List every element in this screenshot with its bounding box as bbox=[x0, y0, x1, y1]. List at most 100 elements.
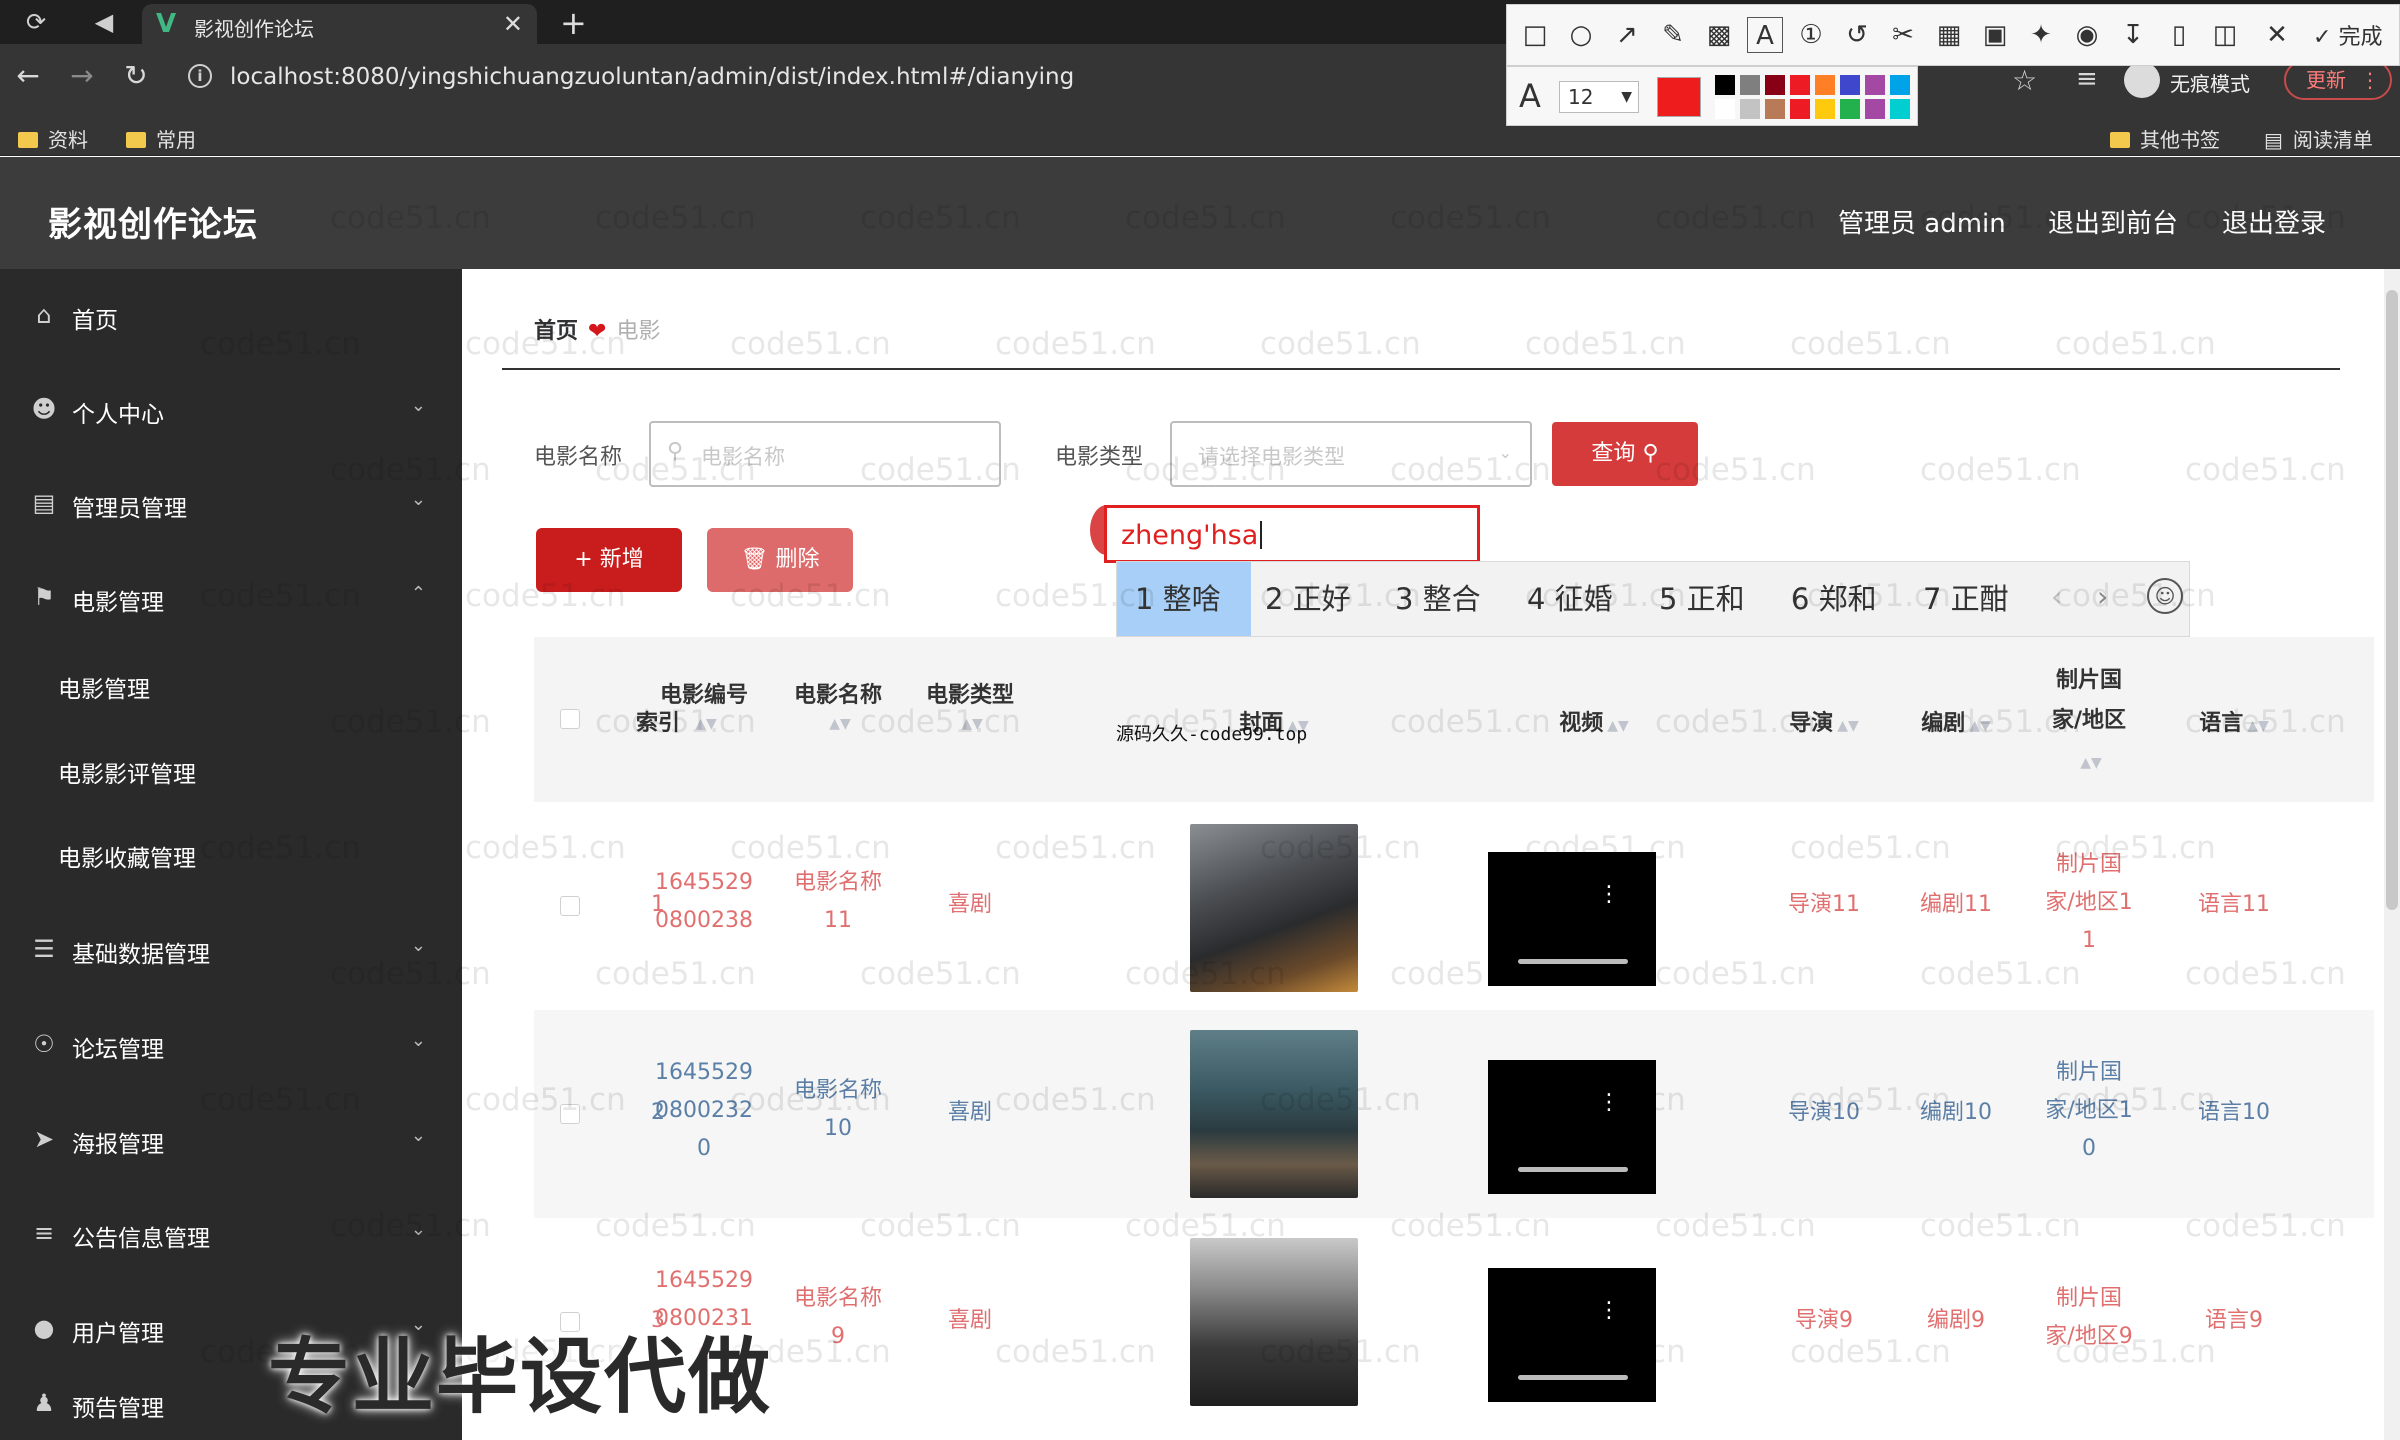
url-field[interactable]: i localhost:8080/yingshichuangzuoluntan/… bbox=[176, 54, 1676, 98]
ime-candidate[interactable]: 7 正酣 bbox=[1923, 562, 2009, 636]
video-progress-bar[interactable] bbox=[1518, 1167, 1628, 1172]
color-swatch[interactable] bbox=[1790, 75, 1810, 95]
sidebar-item-basic-data[interactable]: ☰ 基础数据管理 ⌄ bbox=[0, 919, 462, 979]
header-director[interactable]: 导演 ▲▼ bbox=[1774, 705, 1874, 737]
sidebar-subitem-movie-favorites[interactable]: 电影收藏管理 bbox=[0, 825, 462, 881]
table-row[interactable]: 3 1645529 0800231 0 电影名称 9 喜剧 ⋮ 导演9 编剧9 制片国… bbox=[534, 1218, 2374, 1426]
ime-candidate[interactable]: 1 整啥 bbox=[1117, 562, 1251, 636]
sidebar-item-announcement[interactable]: ≡ 公告信息管理 ⌄ bbox=[0, 1203, 462, 1263]
color-swatch[interactable] bbox=[1765, 99, 1785, 119]
sidebar-item-forum[interactable]: ☉ 论坛管理 ⌄ bbox=[0, 1014, 462, 1074]
header-code[interactable]: 电影编号 ▲▼ bbox=[644, 677, 764, 734]
color-swatch[interactable] bbox=[1890, 75, 1910, 95]
more-options-icon[interactable]: ⋮ bbox=[1598, 884, 1620, 906]
breadcrumb-home[interactable]: 首页 bbox=[534, 319, 578, 344]
record-icon[interactable]: ◉ bbox=[2069, 17, 2105, 53]
close-icon[interactable]: ✕ bbox=[2259, 17, 2295, 53]
header-name[interactable]: 电影名称 ▲▼ bbox=[778, 677, 898, 734]
crop-icon[interactable]: ✂ bbox=[1885, 17, 1921, 53]
text-tool-icon[interactable]: A bbox=[1747, 17, 1783, 53]
mosaic-tool-icon[interactable]: ▩ bbox=[1701, 17, 1737, 53]
color-swatch[interactable] bbox=[1740, 99, 1760, 119]
bookmark-folder[interactable]: 资料 bbox=[18, 124, 88, 152]
browser-tab[interactable]: V 影视创作论坛 ✕ bbox=[142, 4, 537, 44]
back-icon[interactable]: ← bbox=[10, 58, 46, 94]
header-type[interactable]: 电影类型 ▲▼ bbox=[910, 677, 1030, 734]
table-row[interactable]: 2 1645529 0800232 0 电影名称 10 喜剧 ⋮ 导演10 编剧10 … bbox=[534, 1010, 2374, 1218]
color-swatch[interactable] bbox=[1865, 75, 1885, 95]
browser-logo-icon[interactable]: ⟳ bbox=[20, 6, 52, 38]
ime-candidate[interactable]: 2 正好 bbox=[1265, 562, 1351, 636]
header-country[interactable]: 制片国 家/地区 ▲▼ bbox=[2024, 661, 2154, 783]
cover-image[interactable] bbox=[1190, 1030, 1358, 1198]
ellipse-tool-icon[interactable]: ○ bbox=[1563, 17, 1599, 53]
sidebar-subitem-movie-management[interactable]: 电影管理 bbox=[0, 656, 462, 712]
color-swatch[interactable] bbox=[1715, 99, 1735, 119]
query-button[interactable]: 查询 ⚲ bbox=[1552, 422, 1698, 486]
table-row[interactable]: 1 1645529 0800238 电影名称 11 喜剧 ⋮ 导演11 编剧11 制… bbox=[534, 802, 2374, 1010]
ime-candidate[interactable]: 4 征婚 bbox=[1527, 562, 1613, 636]
chevron-right-icon[interactable]: › bbox=[2097, 580, 2108, 613]
reading-mode-icon[interactable]: ≡ bbox=[2076, 64, 2098, 94]
reload-icon[interactable]: ↻ bbox=[118, 58, 154, 94]
pen-tool-icon[interactable]: ✎ bbox=[1655, 17, 1691, 53]
emoji-icon[interactable]: ☺ bbox=[2147, 578, 2183, 614]
chevron-left-icon[interactable]: ‹ bbox=[2051, 580, 2062, 613]
new-tab-icon[interactable]: + bbox=[560, 4, 587, 42]
header-writer[interactable]: 编剧 ▲▼ bbox=[1906, 705, 2006, 737]
color-swatch[interactable] bbox=[1815, 99, 1835, 119]
movie-type-select[interactable]: 请选择电影类型 ⌄ bbox=[1170, 421, 1532, 487]
select-all-checkbox[interactable] bbox=[560, 709, 580, 729]
row-checkbox[interactable] bbox=[560, 1104, 580, 1124]
video-progress-bar[interactable] bbox=[1518, 959, 1628, 964]
movie-name-input[interactable]: ⚲ 电影名称 bbox=[649, 421, 1001, 487]
sidebar-item-poster[interactable]: ➤ 海报管理 ⌄ bbox=[0, 1109, 462, 1169]
video-progress-bar[interactable] bbox=[1518, 1375, 1628, 1380]
header-language[interactable]: 语言 ▲▼ bbox=[2174, 705, 2294, 737]
color-swatch[interactable] bbox=[1890, 99, 1910, 119]
translate-icon[interactable]: ▦ bbox=[1931, 17, 1967, 53]
bookmark-star-icon[interactable]: ☆ bbox=[2012, 64, 2037, 97]
sidebar-item-personal-center[interactable]: ☻ 个人中心 ⌄ bbox=[0, 379, 462, 439]
bookmark-folder[interactable]: 其他书签 bbox=[2110, 124, 2220, 152]
sidebar-item-movie-management[interactable]: ⚑ 电影管理 ⌃ bbox=[0, 567, 462, 627]
sidebar-subitem-movie-review[interactable]: 电影影评管理 bbox=[0, 741, 462, 797]
color-swatch[interactable] bbox=[1715, 75, 1735, 95]
color-swatch[interactable] bbox=[1865, 99, 1885, 119]
pin-tool-icon[interactable]: ✦ bbox=[2023, 17, 2059, 53]
video-player[interactable]: ⋮ bbox=[1488, 852, 1656, 986]
color-swatch[interactable] bbox=[1765, 75, 1785, 95]
download-icon[interactable]: ↧ bbox=[2115, 17, 2151, 53]
color-swatch[interactable] bbox=[1840, 99, 1860, 119]
exit-to-front-link[interactable]: 退出到前台 bbox=[2048, 203, 2178, 240]
undo-icon[interactable]: ↺ bbox=[1839, 17, 1875, 53]
ime-composition-box[interactable]: zheng'hsa bbox=[1104, 505, 1480, 563]
arrow-tool-icon[interactable]: ↗ bbox=[1609, 17, 1645, 53]
color-swatch[interactable] bbox=[1790, 99, 1810, 119]
done-button[interactable]: ✓ 完成 bbox=[2313, 19, 2382, 51]
add-button[interactable]: + 新增 bbox=[536, 528, 682, 592]
update-button[interactable]: 更新 ⋮ bbox=[2284, 60, 2392, 100]
sidebar-item-admin-management[interactable]: ▤ 管理员管理 ⌄ bbox=[0, 473, 462, 533]
delete-button[interactable]: 🗑 删除 bbox=[707, 528, 853, 592]
ime-candidate[interactable]: 6 郑和 bbox=[1791, 562, 1877, 636]
color-swatch[interactable] bbox=[1840, 75, 1860, 95]
cover-image[interactable] bbox=[1190, 824, 1358, 992]
header-video[interactable]: 视频 ▲▼ bbox=[1534, 705, 1654, 737]
mute-icon[interactable]: ◀ bbox=[88, 6, 120, 38]
video-player[interactable]: ⋮ bbox=[1488, 1268, 1656, 1402]
cover-image[interactable] bbox=[1190, 1238, 1358, 1406]
current-color-swatch[interactable] bbox=[1657, 77, 1701, 117]
row-checkbox[interactable] bbox=[560, 896, 580, 916]
video-player[interactable]: ⋮ bbox=[1488, 1060, 1656, 1194]
logout-link[interactable]: 退出登录 bbox=[2222, 203, 2326, 240]
font-size-select[interactable]: 12 ▼ bbox=[1559, 81, 1639, 113]
scrollbar-thumb[interactable] bbox=[2386, 290, 2398, 910]
more-options-icon[interactable]: ⋮ bbox=[1598, 1300, 1620, 1322]
rectangle-tool-icon[interactable]: □ bbox=[1517, 17, 1553, 53]
number-tool-icon[interactable]: ① bbox=[1793, 17, 1829, 53]
site-info-icon[interactable]: i bbox=[188, 64, 212, 88]
more-options-icon[interactable]: ⋮ bbox=[1598, 1092, 1620, 1114]
reading-list[interactable]: ▤ 阅读清单 bbox=[2264, 124, 2373, 152]
bookmark-folder[interactable]: 常用 bbox=[126, 124, 196, 152]
